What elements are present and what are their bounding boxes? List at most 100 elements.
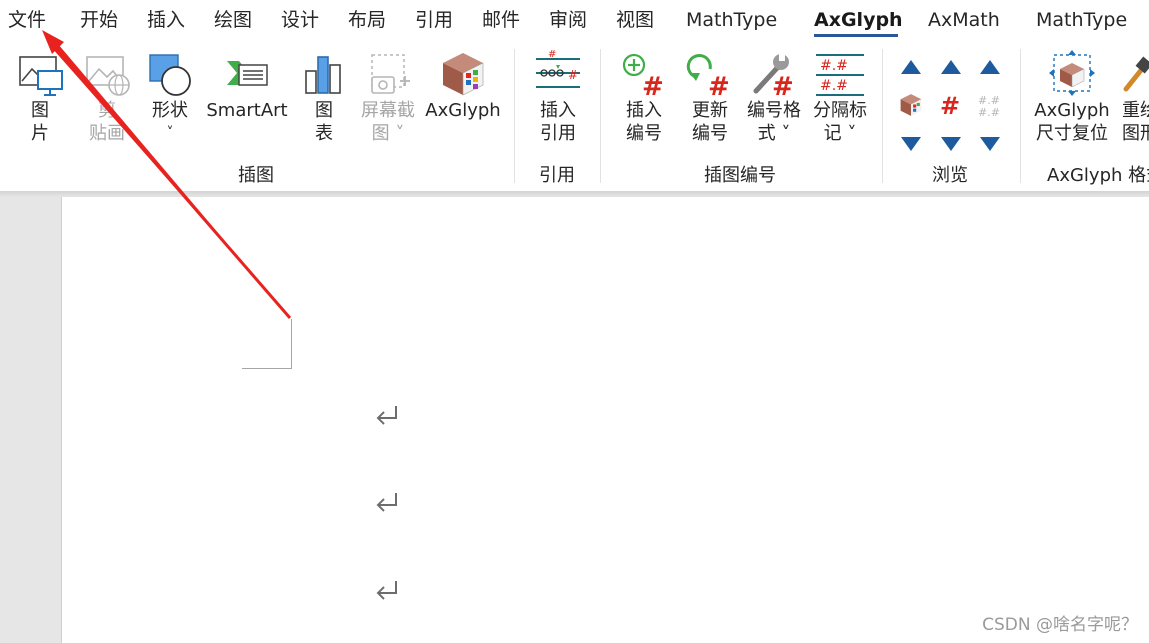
active-tab-underline <box>814 34 898 37</box>
paragraph-mark <box>374 578 402 602</box>
group-separator <box>514 49 515 183</box>
shapes-dropdown-chevron: ˅ <box>166 125 174 141</box>
number-format-label-1: 编号格 <box>747 100 801 121</box>
browse-down-icon[interactable] <box>898 131 924 157</box>
paragraph-mark <box>374 403 402 427</box>
screenshot-icon <box>364 49 412 99</box>
separator-mark-icon: #.# #.# <box>816 49 864 99</box>
separator-mark-button[interactable]: #.# #.# 分隔标 记 ˅ <box>810 49 870 145</box>
refresh-number-icon: # <box>686 49 734 102</box>
picture-icon <box>16 49 64 99</box>
svg-text:#: # <box>940 92 960 118</box>
svg-text:#.#: #.# <box>820 58 848 74</box>
axglyph-button[interactable]: AxGlyph <box>424 49 502 122</box>
group-separator <box>882 49 883 183</box>
browse-down-icon[interactable] <box>977 131 1003 157</box>
page-margin-corner-mark <box>242 319 292 369</box>
size-reset-label-1: AxGlyph <box>1034 100 1110 121</box>
bar-chart-icon <box>300 49 348 99</box>
shapes-button[interactable]: 形状 ˅ <box>146 49 194 145</box>
chart-label-1: 图 <box>315 100 333 121</box>
menu-layout[interactable]: 布局 <box>348 7 386 33</box>
update-number-button[interactable]: # 更新 编号 <box>684 49 736 145</box>
redraw-label-1: 重绘 <box>1122 100 1149 121</box>
separator-mark-label-1: 分隔标 <box>813 100 867 121</box>
svg-text:#.#: #.# <box>978 106 1000 118</box>
smartart-label: SmartArt <box>206 100 288 121</box>
group-separator <box>1020 49 1021 183</box>
axglyph-cube-icon <box>439 49 487 99</box>
group-label-illustrations: 插图 <box>238 165 274 186</box>
chart-label-2: 表 <box>315 123 333 144</box>
group-separator <box>600 49 601 183</box>
svg-text:#: # <box>548 49 556 60</box>
picture-button[interactable]: 图 片 <box>16 49 64 145</box>
menu-home[interactable]: 开始 <box>80 7 118 33</box>
browse-down-icon[interactable] <box>938 131 964 157</box>
menu-axmath[interactable]: AxMath <box>928 7 1000 33</box>
insert-number-label-2: 编号 <box>626 123 662 144</box>
browse-up-icon[interactable] <box>977 54 1003 80</box>
menu-review[interactable]: 审阅 <box>549 7 587 33</box>
number-hash-icon[interactable]: # <box>938 92 964 120</box>
smartart-button[interactable]: SmartArt <box>206 49 288 122</box>
size-reset-button[interactable]: AxGlyph 尺寸复位 <box>1032 49 1112 145</box>
menu-mathtype[interactable]: MathType <box>686 7 777 33</box>
group-label-browse: 浏览 <box>932 165 968 186</box>
menu-file[interactable]: 文件 <box>8 7 46 33</box>
shapes-icon <box>146 49 194 99</box>
clipart-label-1: 剪 <box>98 100 116 121</box>
axglyph-cube-small-icon[interactable] <box>898 92 924 118</box>
insert-citation-icon: # # <box>534 49 582 99</box>
wrench-number-icon: # <box>750 49 798 102</box>
document-page[interactable]: CSDN @啥名字呢？ <box>61 197 1149 643</box>
insert-citation-label-1: 插入 <box>540 100 576 121</box>
screenshot-button[interactable]: 屏幕截 图 ˅ <box>358 49 418 145</box>
browse-up-icon[interactable] <box>938 54 964 80</box>
redraw-button[interactable]: 重绘 图形 <box>1122 49 1149 145</box>
menu-draw[interactable]: 绘图 <box>214 7 252 33</box>
svg-text:#: # <box>642 72 664 99</box>
separator-hash-icon[interactable]: #.# #.# <box>977 92 1003 119</box>
menu-references[interactable]: 引用 <box>415 7 453 33</box>
insert-number-label-1: 插入 <box>626 100 662 121</box>
shapes-label: 形状 <box>152 100 188 121</box>
screenshot-label-1: 屏幕截 <box>361 100 415 121</box>
svg-text:#: # <box>708 72 730 99</box>
svg-text:#.#: #.# <box>820 78 848 94</box>
insert-citation-label-2: 引用 <box>540 123 576 144</box>
browse-up-icon[interactable] <box>898 54 924 80</box>
separator-mark-label-2: 记 ˅ <box>823 123 857 144</box>
size-reset-icon <box>1048 49 1096 99</box>
chart-button[interactable]: 图 表 <box>300 49 348 145</box>
number-format-button[interactable]: # 编号格 式 ˅ <box>744 49 804 145</box>
menu-view[interactable]: 视图 <box>616 7 654 33</box>
clipart-icon <box>83 49 131 99</box>
svg-text:#: # <box>568 68 578 82</box>
insert-citation-button[interactable]: # # 插入 引用 <box>530 49 586 145</box>
group-label-caption: 插图编号 <box>704 165 776 186</box>
insert-number-icon: # <box>620 49 668 102</box>
update-number-label-2: 编号 <box>692 123 728 144</box>
size-reset-label-2: 尺寸复位 <box>1036 123 1108 144</box>
number-format-label-2: 式 ˅ <box>757 123 791 144</box>
picture-label-1: 图 <box>31 100 49 121</box>
picture-label-2: 片 <box>31 123 49 144</box>
group-label-axglyph-format: AxGlyph 格式 <box>1047 165 1149 186</box>
svg-text:#: # <box>772 72 794 99</box>
menu-axglyph[interactable]: AxGlyph <box>814 7 903 33</box>
clipart-button[interactable]: 剪 贴画 <box>82 49 132 145</box>
menu-mathtype-2[interactable]: MathType <box>1036 7 1127 33</box>
brush-icon <box>1122 49 1149 99</box>
menu-bar: 文件 开始 插入 绘图 设计 布局 引用 邮件 审阅 视图 MathType A… <box>0 0 1149 41</box>
update-number-label-1: 更新 <box>692 100 728 121</box>
menu-insert[interactable]: 插入 <box>147 7 185 33</box>
watermark-text: CSDN @啥名字呢？ <box>982 615 1138 635</box>
clipart-label-2: 贴画 <box>89 123 125 144</box>
insert-number-button[interactable]: # 插入 编号 <box>618 49 670 145</box>
menu-design[interactable]: 设计 <box>281 7 319 33</box>
paragraph-mark <box>374 490 402 514</box>
menu-mailings[interactable]: 邮件 <box>482 7 520 33</box>
axglyph-label: AxGlyph <box>425 100 501 121</box>
smartart-icon <box>223 49 271 99</box>
